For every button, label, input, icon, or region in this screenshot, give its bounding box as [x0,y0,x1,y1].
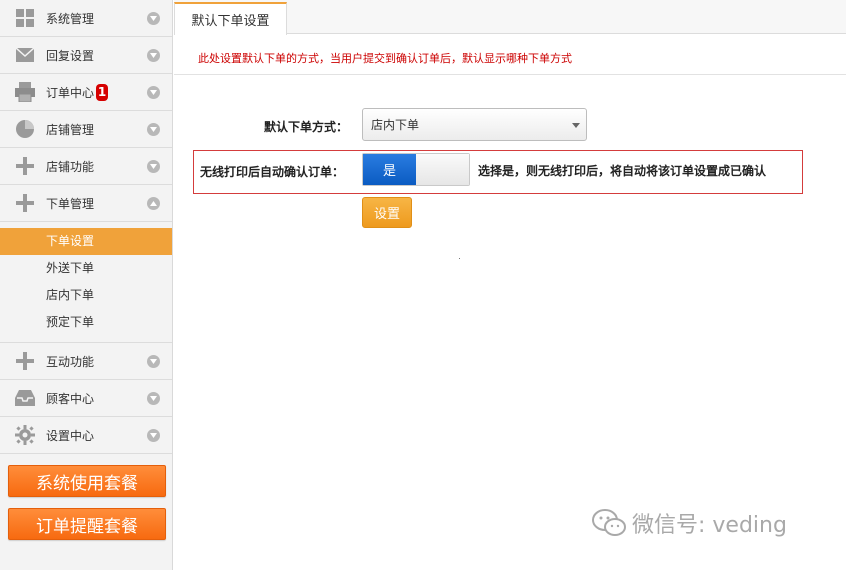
plus-icon [14,350,36,372]
tab-default-order-settings[interactable]: 默认下单设置 [174,2,287,35]
main-content: 默认下单设置 此处设置默认下单的方式，当用户提交到确认订单后，默认显示哪种下单方… [174,0,846,570]
plus-icon [14,155,36,177]
sidebar-item-order-manage[interactable]: 下单管理 [0,185,172,222]
sidebar-item-label: 互动功能 [46,354,95,369]
toggle-off-option[interactable] [416,154,469,185]
envelope-icon [14,44,36,66]
chevron-down-icon[interactable] [147,49,160,62]
sidebar-item-label: 店铺管理 [46,122,95,137]
order-mode-label: 默认下单方式： [264,120,349,134]
sidebar-item-label: 设置中心 [46,428,95,443]
auto-confirm-label: 无线打印后自动确认订单： [200,165,345,179]
sidebar-item-settings[interactable]: 设置中心 [0,417,172,454]
plus-icon [14,192,36,214]
chevron-down-icon[interactable] [147,355,160,368]
sidebar-item-interactive[interactable]: 互动功能 [0,343,172,380]
sidebar-item-orders[interactable]: 订单中心 1 [0,74,172,111]
sidebar: 系统管理 回复设置 订单中心 1 店铺管理 店铺功能 下单管理 下单设置 外送下… [0,0,173,570]
sidebar-item-label: 下单管理 [46,196,95,211]
caret-down-icon [572,123,580,128]
notification-badge: 1 [96,83,109,101]
save-button[interactable]: 设置 [362,197,412,228]
auto-confirm-toggle[interactable]: 是 [362,153,470,186]
inbox-icon [14,387,36,409]
wechat-icon [592,509,626,536]
tab-bar: 默认下单设置 [174,0,846,35]
submenu-order-manage: 下单设置 外送下单 店内下单 预定下单 [0,222,172,343]
notice-text: 此处设置默认下单的方式，当用户提交到确认订单后，默认显示哪种下单方式 [198,52,572,65]
sidebar-item-label: 店铺功能 [46,159,95,174]
chevron-down-icon[interactable] [147,392,160,405]
sidebar-item-label: 回复设置 [46,48,95,63]
toggle-on-option[interactable]: 是 [363,154,416,185]
watermark-text: 微信号: veding [632,513,787,538]
chevron-down-icon[interactable] [147,160,160,173]
system-plan-button[interactable]: 系统使用套餐 [8,465,166,497]
submenu-item-reservation-order[interactable]: 预定下单 [0,309,172,336]
sidebar-item-shop-manage[interactable]: 店铺管理 [0,111,172,148]
printer-icon [14,81,36,103]
chevron-down-icon[interactable] [147,429,160,442]
auto-confirm-hint: 选择是，则无线打印后，将自动将该订单设置成已确认 [478,164,767,178]
chevron-down-icon[interactable] [147,123,160,136]
order-mode-select[interactable]: 店内下单 [362,108,587,141]
wechat-watermark: 微信号: veding [592,507,787,539]
sidebar-item-label: 顾客中心 [46,391,95,406]
chevron-down-icon[interactable] [147,86,160,99]
sidebar-item-label: 订单中心 [46,85,95,100]
pie-chart-icon [14,118,36,140]
submenu-item-delivery-order[interactable]: 外送下单 [0,255,172,282]
sidebar-item-shop-features[interactable]: 店铺功能 [0,148,172,185]
sidebar-item-customers[interactable]: 顾客中心 [0,380,172,417]
stray-dot [459,258,460,259]
sidebar-item-label: 系统管理 [46,11,95,26]
submenu-item-order-settings[interactable]: 下单设置 [0,228,172,255]
chevron-down-icon[interactable] [147,12,160,25]
chevron-up-icon[interactable] [147,197,160,210]
order-alert-plan-button[interactable]: 订单提醒套餐 [8,508,166,540]
sidebar-item-reply[interactable]: 回复设置 [0,37,172,74]
submenu-item-dine-in-order[interactable]: 店内下单 [0,282,172,309]
order-mode-value: 店内下单 [371,118,420,132]
divider [174,74,846,75]
gear-icon [14,424,36,446]
sidebar-item-system[interactable]: 系统管理 [0,0,172,37]
grid-icon [14,7,36,29]
